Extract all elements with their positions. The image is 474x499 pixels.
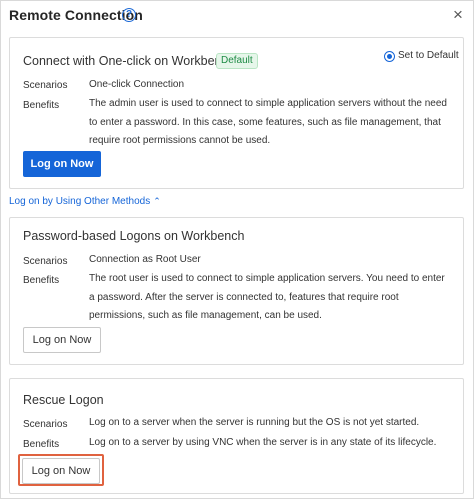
rescue-logon-card: Rescue Logon Scenarios Log on to a serve… bbox=[9, 378, 464, 494]
workbench-card: Connect with One-click on Workbench Defa… bbox=[9, 37, 464, 189]
benefits-value: Log on to a server by using VNC when the… bbox=[89, 437, 437, 448]
rescue-card-title: Rescue Logon bbox=[23, 393, 104, 407]
benefits-label: Benefits bbox=[23, 100, 60, 111]
rescue-log-on-button[interactable]: Log on Now bbox=[22, 458, 100, 484]
password-logon-card: Password-based Logons on Workbench Scena… bbox=[9, 217, 464, 365]
scenarios-label: Scenarios bbox=[23, 256, 68, 267]
other-methods-label: Log on by Using Other Methods bbox=[9, 196, 151, 207]
workbench-log-on-button[interactable]: Log on Now bbox=[23, 151, 101, 177]
remote-connection-dialog: Remote Connection ? × Connect with One-c… bbox=[0, 0, 474, 499]
close-icon[interactable]: × bbox=[453, 6, 463, 23]
benefits-label: Benefits bbox=[23, 275, 60, 286]
set-default-label[interactable]: Set to Default bbox=[398, 50, 459, 61]
chevron-up-icon: ⌃ bbox=[153, 196, 161, 206]
other-methods-toggle[interactable]: Log on by Using Other Methods ⌃ bbox=[9, 196, 161, 207]
benefits-value: The admin user is used to connect to sim… bbox=[89, 98, 447, 146]
password-log-on-button[interactable]: Log on Now bbox=[23, 327, 101, 353]
scenarios-value: Log on to a server when the server is ru… bbox=[89, 417, 420, 428]
workbench-card-title: Connect with One-click on Workbench bbox=[23, 54, 235, 68]
default-badge: Default bbox=[216, 53, 258, 69]
scenarios-value: One-click Connection bbox=[89, 79, 185, 90]
password-card-title: Password-based Logons on Workbench bbox=[23, 229, 245, 243]
question-circle-icon[interactable]: ? bbox=[122, 8, 136, 22]
benefits-label: Benefits bbox=[23, 439, 60, 450]
scenarios-value: Connection as Root User bbox=[89, 254, 201, 265]
set-default-radio[interactable] bbox=[384, 51, 395, 62]
scenarios-label: Scenarios bbox=[23, 419, 68, 430]
benefits-value: The root user is used to connect to simp… bbox=[89, 273, 445, 321]
scenarios-label: Scenarios bbox=[23, 80, 68, 91]
